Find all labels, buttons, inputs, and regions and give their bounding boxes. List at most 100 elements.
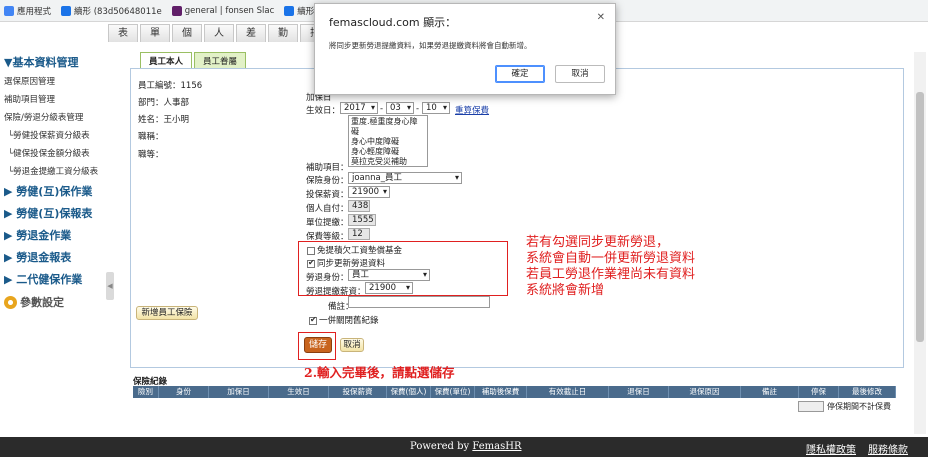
annotation-line: 系統將會新增 [526,283,605,298]
sync-checkbox-row[interactable]: 同步更新勞退資料 [307,257,385,269]
exempt-checkbox[interactable] [307,246,315,255]
name-label: 姓名： [138,115,164,125]
bookmark-item[interactable]: 應用程式 [4,5,51,17]
gear-icon [4,295,17,309]
scrollbar-thumb[interactable] [916,92,924,342]
column-header[interactable]: 退保日 [609,386,669,398]
unit-pay-value: 1555 [348,214,376,226]
close-old-label: 一併關閉舊紀錄 [319,316,379,326]
title-label: 職稱： [138,132,164,142]
bookmark-icon [4,5,14,16]
column-header[interactable]: 險別 [133,386,159,398]
sidebar-group-nhi2[interactable]: ▶ 二代健保作業 [0,268,108,290]
subsidy-option[interactable]: 身心中度障礙 [351,137,425,147]
footer: Powered by FemasHR 隱私權政策 服務條款 [0,437,928,457]
tab-employee[interactable]: 員工本人 [140,52,193,68]
bookmark-item[interactable]: general | fonsen Slac [171,5,274,16]
column-header[interactable]: 生效日 [269,386,329,398]
save-button[interactable]: 儲存 [304,337,332,353]
column-header[interactable]: 最後修改 [839,386,896,398]
close-old-row[interactable]: 一併關閉舊紀錄 [309,314,379,326]
column-header[interactable]: 備註 [741,386,799,398]
privacy-link[interactable]: 隱私權政策 [806,441,856,456]
subtabs: 員工本人 員工眷屬 [140,52,247,68]
date-sep-1: - [380,104,384,114]
identity-select[interactable]: joanna_員工 [348,172,462,184]
top-nav: 表單個人差勤排 [108,24,332,42]
column-header[interactable]: 保費(個人) [387,386,431,398]
pension-id-select[interactable]: 員工 [348,269,430,281]
subsidy-listbox[interactable]: 重度.極重度身心障礙 身心中度障礙 身心輕度障礙 莫拉克受災補助 [348,115,428,167]
unit-pay-label: 單位提繳： [306,218,349,228]
tab-dependents[interactable]: 員工眷屬 [194,52,247,68]
sidebar-item-labor-grade[interactable]: └勞健投保薪資分級表 [0,126,108,144]
dialog-title: femascloud.com 顯示： [329,16,457,29]
sync-pension-checkbox[interactable] [307,258,315,268]
emp-no-value: 1156 [180,81,203,91]
bookmark-icon [171,5,182,16]
nav-tab[interactable]: 人 [204,24,234,42]
dept-value: 人事部 [163,98,190,108]
add-employee-insurance-button[interactable]: 新增員工保險 [136,306,198,320]
annotation-step2: 2.輸入完畢後，請點選儲存 [304,365,455,380]
nav-tab[interactable]: 勤 [268,24,298,42]
cancel-button[interactable]: 取消 [340,338,364,352]
column-header[interactable]: 補助後保費 [475,386,527,398]
column-header[interactable]: 加保日 [209,386,269,398]
sidebar-group-pension-reports[interactable]: ▶ 勞退金報表 [0,246,108,268]
brand-link[interactable]: FemasHR [472,441,521,452]
dialog-message: 將同步更新勞退提繳資料，如果勞退提繳資料將會自動新增。 [329,41,532,50]
effective-date-label: 生效日： [306,106,341,116]
effective-month-select[interactable]: 03 [386,102,414,114]
sidebar-group-pension-ops[interactable]: ▶ 勞退金作業 [0,224,108,246]
terms-link[interactable]: 服務條款 [868,441,908,456]
column-header[interactable]: 停保 [799,386,839,398]
column-header[interactable]: 身份 [159,386,209,398]
sidebar-item-grade-table[interactable]: 保險/勞退分級表管理 [0,108,108,126]
sidebar-head-basic[interactable]: ▼基本資料管理 [0,52,108,72]
nav-tab[interactable]: 差 [236,24,266,42]
records-table-header: 險別 身份 加保日 生效日 投保薪資 保費(個人) 保費(單位) 補助後保費 有效截止日 退保日退… [133,386,896,398]
sidebar: ▼基本資料管理 選保原因管理 補助項目管理 保險/勞退分級表管理 └勞健投保薪資… [0,52,108,314]
date-sep-2: - [416,104,420,114]
effective-day-select[interactable]: 10 [422,102,450,114]
recalc-premium-link[interactable]: 重算保費 [455,104,489,116]
sidebar-item-pension-grade[interactable]: └勞退金提繳工資分級表 [0,162,108,180]
exempt-checkbox-label: 免提積欠工資墊償基金 [317,246,403,256]
close-icon[interactable]: ✕ [597,12,605,23]
sidebar-group-insurance-reports[interactable]: ▶ 勞健(互)保報表 [0,202,108,224]
nav-tab[interactable]: 表 [108,24,138,42]
column-header[interactable]: 投保薪資 [329,386,387,398]
sidebar-item-health-grade[interactable]: └健保投保金額分級表 [0,144,108,162]
close-old-checkbox[interactable] [309,315,317,325]
column-header[interactable]: 退保原因 [669,386,741,398]
salary-label: 投保薪資： [306,190,349,200]
sidebar-settings[interactable]: 參數設定 [0,290,108,314]
sidebar-item-reason[interactable]: 選保原因管理 [0,72,108,90]
dialog-cancel-button[interactable]: 取消 [555,65,605,83]
legend-swatch [798,401,824,412]
subsidy-option[interactable]: 身心輕度障礙 [351,147,425,157]
emp-no-label: 員工編號： [138,81,181,91]
sidebar-item-subsidy[interactable]: 補助項目管理 [0,90,108,108]
emp-no-field: 員工編號：1156 [138,79,202,91]
nav-tab[interactable]: 單 [140,24,170,42]
nav-tab[interactable]: 個 [172,24,202,42]
bookmark-item[interactable]: 續形 (83d50648011e [61,5,162,17]
self-pay-label: 個人自付： [306,204,349,214]
effective-year-select[interactable]: 2017 [340,102,378,114]
remark-textarea[interactable] [348,296,490,308]
salary-select[interactable]: 21900 [348,186,390,198]
sidebar-group-insurance-ops[interactable]: ▶ 勞健(互)保作業 [0,180,108,202]
powered-by: Powered by FemasHR [410,441,521,452]
sidebar-collapse-handle[interactable]: ◀ [106,272,114,300]
records-footnote: 停保期間不計保費 [798,401,891,412]
dialog-ok-button[interactable]: 確定 [495,65,545,83]
column-header[interactable]: 有效截止日 [527,386,609,398]
column-header[interactable]: 保費(單位) [431,386,475,398]
exempt-checkbox-row[interactable]: 免提積欠工資墊償基金 [307,244,402,256]
subsidy-option[interactable]: 重度.極重度身心障礙 [351,117,425,137]
pension-salary-select[interactable]: 21900 [365,282,413,294]
vertical-scrollbar[interactable] [914,52,926,434]
subsidy-option[interactable]: 莫拉克受災補助 [351,157,425,166]
